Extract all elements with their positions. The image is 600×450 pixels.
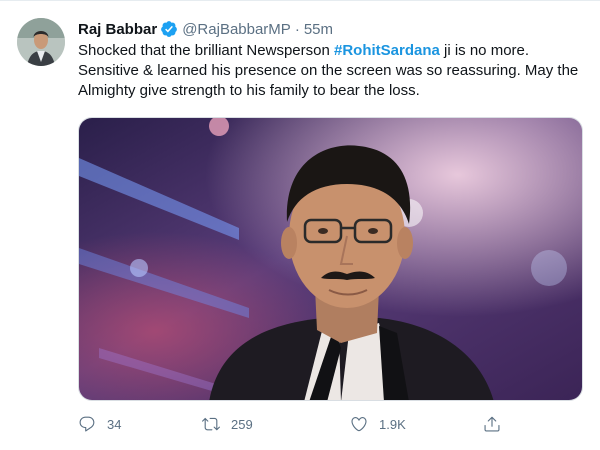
reply-icon [78, 415, 96, 433]
tweet-card[interactable]: Raj Babbar @RajBabbarMP · 55m Shocked th… [0, 0, 600, 450]
like-count: 1.9K [379, 416, 406, 432]
author-name[interactable]: Raj Babbar [78, 21, 157, 38]
tweet-actions: 34 259 1.9K [78, 413, 518, 435]
heart-icon [350, 415, 368, 433]
separator-dot: · [294, 20, 300, 38]
retweet-button[interactable]: 259 [202, 413, 253, 435]
reply-button[interactable]: 34 [78, 413, 121, 435]
author-handle[interactable]: @RajBabbarMP [182, 21, 291, 38]
tweet-timestamp[interactable]: 55m [304, 21, 333, 38]
avatar[interactable] [17, 18, 65, 66]
tweet-header: Raj Babbar @RajBabbarMP · 55m [78, 18, 333, 40]
verified-badge-icon [160, 20, 178, 38]
tweet-text-start: Shocked that the brilliant Newsperson [78, 42, 334, 59]
reply-count: 34 [107, 416, 122, 432]
hashtag-link[interactable]: #RohitSardana [334, 42, 440, 59]
tweet-text: Shocked that the brilliant Newsperson #R… [78, 41, 588, 101]
share-button[interactable] [483, 413, 501, 435]
share-icon [483, 415, 501, 433]
like-button[interactable]: 1.9K [350, 413, 406, 435]
retweet-icon [202, 415, 220, 433]
retweet-count: 259 [231, 416, 253, 432]
tweet-photo[interactable] [78, 117, 583, 401]
